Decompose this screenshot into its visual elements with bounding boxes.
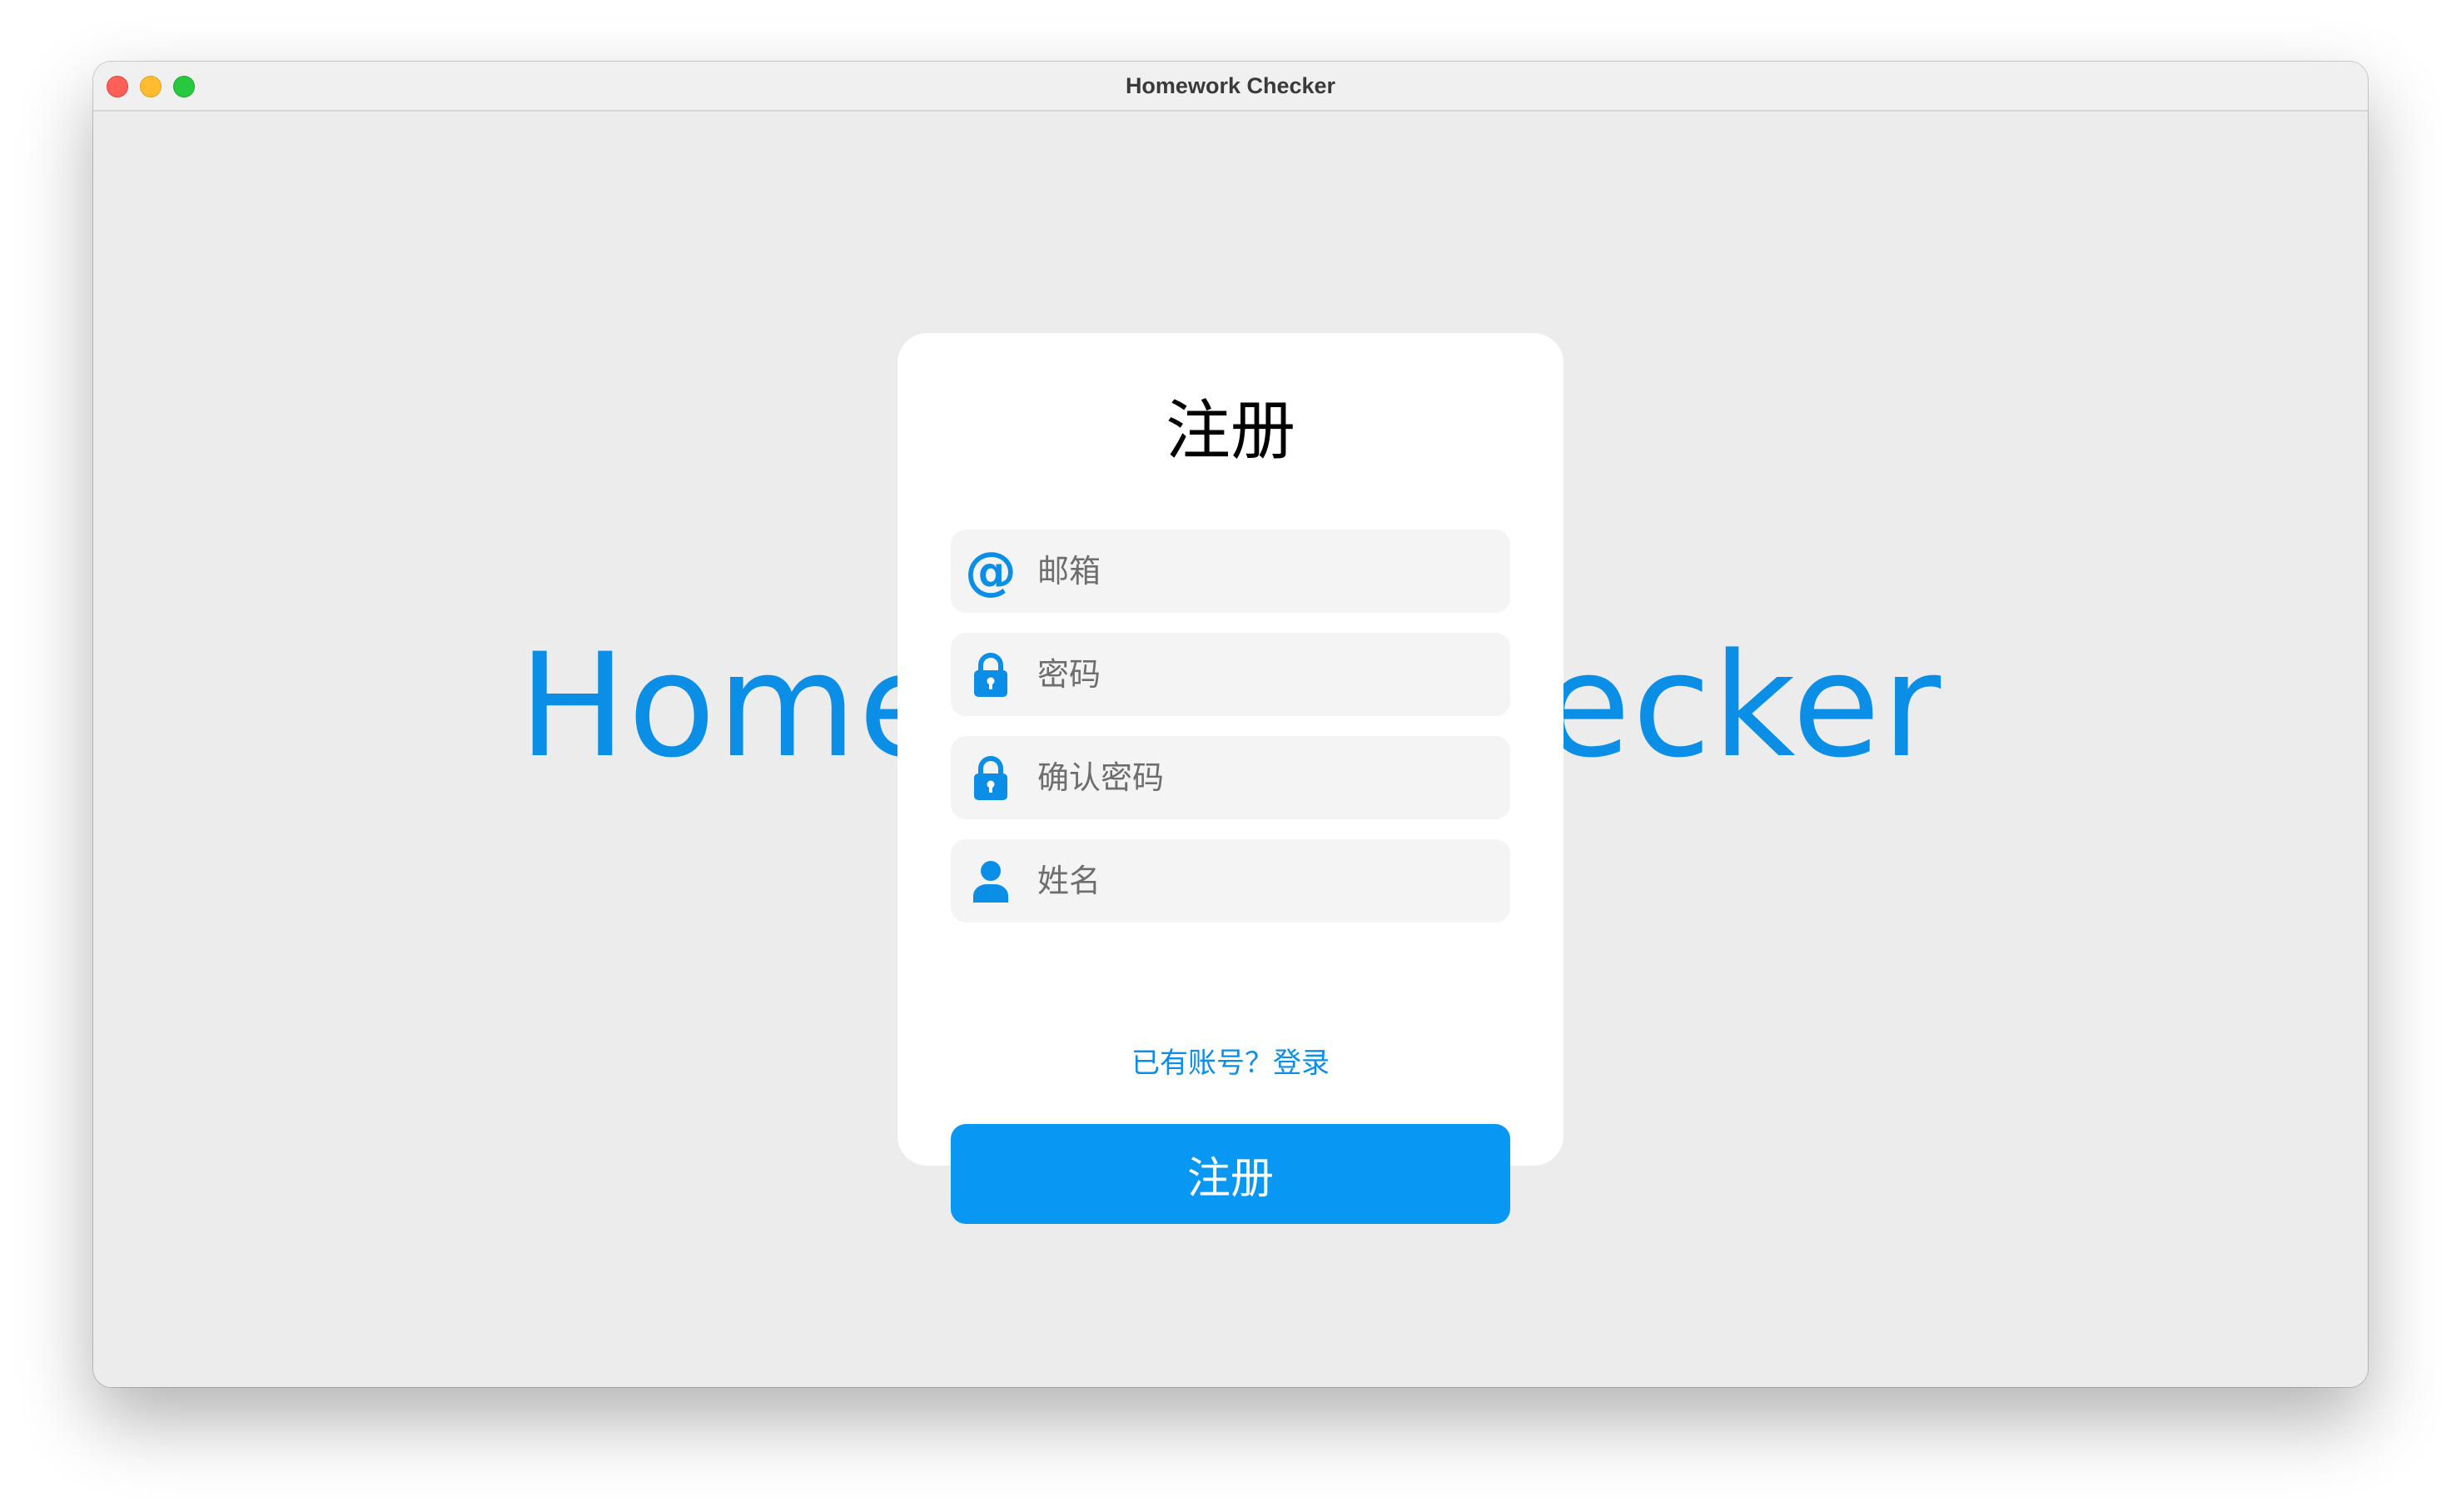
email-field[interactable]: @ [951, 530, 1510, 613]
login-link[interactable]: 已有账号？登录 [897, 1042, 1564, 1084]
register-button[interactable]: 注册 [951, 1124, 1510, 1224]
password-field[interactable] [951, 633, 1510, 716]
name-input[interactable] [1037, 839, 1495, 923]
confirm-password-field[interactable] [951, 736, 1510, 819]
name-field[interactable] [951, 839, 1510, 923]
password-input[interactable] [1037, 633, 1495, 716]
at-glyph: @ [965, 540, 1017, 601]
app-window: Homework Checker Homework Checker 注册 @ [93, 62, 2368, 1387]
confirm-password-input[interactable] [1037, 736, 1495, 819]
main-content: Homework Checker 注册 @ [93, 112, 2368, 1387]
email-input[interactable] [1037, 530, 1495, 613]
person-icon [966, 856, 1016, 906]
at-icon: @ [965, 540, 1017, 601]
register-title: 注册 [1165, 394, 1295, 469]
title-bar[interactable]: Homework Checker [93, 62, 2368, 112]
register-card: 注册 @ 邮箱 姓名 已有账号？登录 注册 [897, 333, 1564, 1224]
window-title: Homework Checker [1125, 73, 1336, 98]
lock-icon [966, 753, 1016, 803]
lock-icon [966, 649, 1016, 699]
